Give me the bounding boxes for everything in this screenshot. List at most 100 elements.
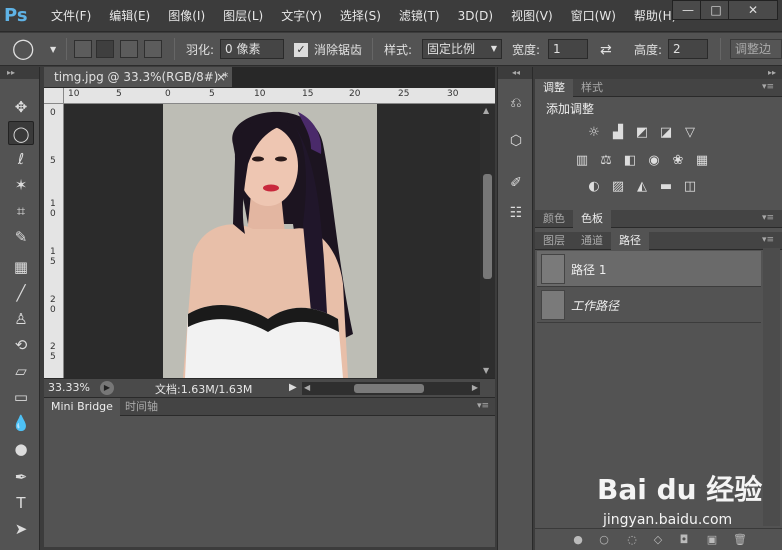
tab-swatches[interactable]: 色板 [573,210,611,228]
eyedropper-tool-icon[interactable]: ✎ [8,225,34,249]
menu-layer[interactable]: 图层(L) [214,0,272,32]
vertical-scrollbar[interactable]: ▲ ▼ [480,104,495,378]
antialias-checkbox[interactable]: ✓ [294,43,308,57]
swap-dimensions-icon[interactable]: ⇄ [600,41,612,59]
close-icon[interactable]: × [216,67,226,87]
export-icon[interactable]: ▶ [100,381,114,395]
menu-file[interactable]: 文件(F) [42,0,100,32]
status-menu-arrow-icon[interactable]: ▶ [289,382,297,393]
path-row-1[interactable]: 路径 1 [537,251,761,287]
exposure-icon[interactable]: ◪ [657,125,675,141]
scroll-down-icon[interactable]: ▼ [483,366,489,375]
threshold-icon[interactable]: ◭ [633,179,651,195]
selective-color-icon[interactable]: ◫ [681,179,699,195]
blur-tool-icon[interactable]: 💧 [8,411,34,435]
tab-styles[interactable]: 样式 [573,79,611,97]
panel-menu-icon[interactable]: ▾≡ [762,82,776,92]
right-dock-collapse-icon[interactable]: ▸▸ [535,67,782,79]
new-path-icon[interactable]: ▣ [705,533,719,547]
hue-saturation-icon[interactable]: ▥ [573,153,591,169]
scroll-up-icon[interactable]: ▲ [483,106,489,115]
load-selection-icon[interactable]: ◌ [625,533,639,547]
feather-input[interactable]: 0 像素 [220,39,284,59]
stroke-path-icon[interactable]: ○ [597,533,611,547]
tab-channels[interactable]: 通道 [573,232,611,250]
tools-panel-collapse-icon[interactable]: ▸▸ [0,67,39,79]
new-selection-icon[interactable] [74,40,92,58]
move-tool-icon[interactable]: ✥ [8,95,34,119]
scroll-right-icon[interactable]: ▶ [472,383,478,392]
strip-collapse-icon[interactable]: ◂◂ [498,67,532,79]
document-tab[interactable]: timg.jpg @ 33.3%(RGB/8#) * × [44,67,232,87]
canvas[interactable] [64,104,480,378]
menu-select[interactable]: 选择(S) [331,0,390,32]
path-row-work-path[interactable]: 工作路径 [537,287,761,323]
height-input[interactable]: 2 [668,39,708,59]
horizontal-scrollbar[interactable]: ◀ ▶ [302,382,480,395]
lasso-tool-icon[interactable]: ℓ [8,147,34,171]
menu-3d[interactable]: 3D(D) [449,0,502,32]
vertical-ruler[interactable]: 0 5 1 0 1 5 2 0 2 5 [44,104,64,378]
color-lookup-icon[interactable]: ▦ [693,153,711,169]
panel-menu-icon[interactable]: ▾≡ [762,235,776,245]
vertical-scroll-thumb[interactable] [483,174,492,279]
horizontal-scroll-thumb[interactable] [354,384,424,393]
ellipse-marquee-preset-icon[interactable]: ◯ [12,38,34,58]
zoom-level[interactable]: 33.33% [48,381,90,394]
intersect-selection-icon[interactable] [144,40,162,58]
delete-path-icon[interactable]: 🗑 [733,533,747,547]
make-work-path-icon[interactable]: ◇ [651,533,665,547]
menu-view[interactable]: 视图(V) [502,0,562,32]
healing-brush-tool-icon[interactable]: ▦ [8,255,34,279]
clone-stamp-tool-icon[interactable]: ♙ [8,307,34,331]
scroll-left-icon[interactable]: ◀ [304,383,310,392]
levels-icon[interactable]: ▟ [609,125,627,141]
properties-icon[interactable]: ☷ [504,201,528,225]
tab-timeline[interactable]: 时间轴 [118,398,165,416]
tab-color[interactable]: 颜色 [535,210,573,228]
brightness-icon[interactable]: ☼ [585,125,603,141]
preset-dropdown-icon[interactable]: ▼ [50,41,56,59]
menu-filter[interactable]: 滤镜(T) [390,0,449,32]
brush-tool-icon[interactable]: ╱ [8,281,34,305]
panel-menu-icon[interactable]: ▾≡ [477,401,491,411]
tab-paths[interactable]: 路径 [611,232,649,250]
channel-mixer-icon[interactable]: ❀ [669,153,687,169]
fill-path-icon[interactable]: ● [571,533,585,547]
panel-menu-icon[interactable]: ▾≡ [762,213,776,223]
subtract-selection-icon[interactable] [120,40,138,58]
magic-wand-tool-icon[interactable]: ✶ [8,173,34,197]
type-tool-icon[interactable]: T [8,491,34,515]
color-balance-icon[interactable]: ⚖ [597,153,615,169]
tab-mini-bridge[interactable]: Mini Bridge [44,398,120,416]
tab-layers[interactable]: 图层 [535,232,573,250]
gradient-map-icon[interactable]: ▬ [657,179,675,195]
ruler-origin[interactable] [44,88,64,104]
style-select[interactable]: 固定比例 ▼ [422,39,502,59]
vibrance-icon[interactable]: ▽ [681,125,699,141]
add-mask-icon[interactable]: ◘ [677,533,691,547]
history-brush-tool-icon[interactable]: ⟲ [8,333,34,357]
tab-adjustments[interactable]: 调整 [535,79,573,97]
horizontal-ruler[interactable]: 10 5 0 5 10 15 20 25 30 [64,88,495,104]
menu-edit[interactable]: 编辑(E) [100,0,159,32]
gradient-tool-icon[interactable]: ▭ [8,385,34,409]
black-white-icon[interactable]: ◧ [621,153,639,169]
eraser-tool-icon[interactable]: ▱ [8,359,34,383]
width-input[interactable]: 1 [548,39,588,59]
curves-icon[interactable]: ◩ [633,125,651,141]
portrait-photo[interactable] [163,104,377,378]
refine-edge-button[interactable]: 调整边 [730,39,782,59]
menu-image[interactable]: 图像(I) [159,0,214,32]
invert-icon[interactable]: ◐ [585,179,603,195]
3d-icon[interactable]: ⬡ [504,129,528,153]
history-icon[interactable]: ⎌ [504,91,528,115]
photo-filter-icon[interactable]: ◉ [645,153,663,169]
menu-type[interactable]: 文字(Y) [272,0,331,32]
menu-window[interactable]: 窗口(W) [562,0,625,32]
path-selection-tool-icon[interactable]: ➤ [8,517,34,541]
close-button[interactable]: ✕ [728,0,778,20]
crop-tool-icon[interactable]: ⌗ [8,199,34,223]
posterize-icon[interactable]: ▨ [609,179,627,195]
dodge-tool-icon[interactable]: ● [8,437,34,461]
